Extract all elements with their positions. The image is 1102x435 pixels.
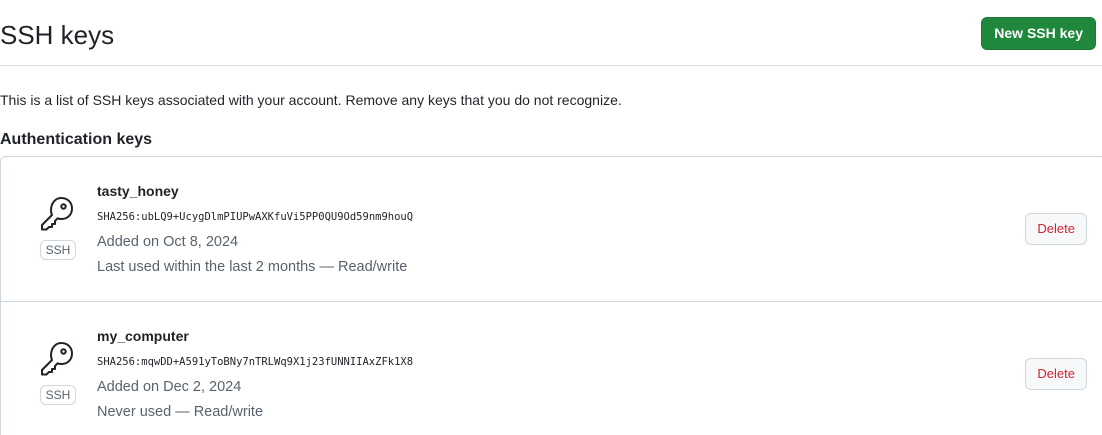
- key-icon: [41, 197, 73, 231]
- key-added-date: Added on Oct 8, 2024: [97, 234, 239, 250]
- delete-key-button[interactable]: Delete: [1025, 358, 1087, 390]
- key-title: my_computer: [97, 328, 189, 344]
- ssh-key-row: SSH my_computer SHA256:mqwDD+A591yToBNy7…: [1, 301, 1102, 435]
- ssh-key-row: SSH tasty_honey SHA256:ubLQ9+UcygDlmPIUP…: [1, 157, 1102, 300]
- page-title: SSH keys: [0, 20, 115, 50]
- intro-text: This is a list of SSH keys associated wi…: [0, 92, 622, 108]
- key-last-used: Never used — Read/write: [97, 404, 264, 420]
- ssh-type-badge: SSH: [40, 240, 76, 260]
- ssh-keys-list: SSH tasty_honey SHA256:ubLQ9+UcygDlmPIUP…: [0, 156, 1102, 435]
- ssh-type-badge: SSH: [40, 385, 76, 405]
- key-added-date: Added on Dec 2, 2024: [97, 379, 242, 395]
- key-last-used: Last used within the last 2 months — Rea…: [97, 259, 408, 275]
- delete-key-button[interactable]: Delete: [1025, 213, 1087, 245]
- key-fingerprint: SHA256:ubLQ9+UcygDlmPIUPwAXKfuVi5PP0QU9O…: [97, 211, 414, 223]
- new-ssh-key-button[interactable]: New SSH key: [981, 17, 1096, 50]
- page-header: SSH keys New SSH key: [0, 0, 1102, 66]
- key-icon: [41, 342, 73, 376]
- ssh-keys-page: SSH keys New SSH key This is a list of S…: [0, 0, 1102, 435]
- key-title: tasty_honey: [97, 183, 179, 199]
- section-title-authentication-keys: Authentication keys: [0, 131, 153, 148]
- key-fingerprint: SHA256:mqwDD+A591yToBNy7nTRLWq9X1j23fUNN…: [97, 356, 414, 368]
